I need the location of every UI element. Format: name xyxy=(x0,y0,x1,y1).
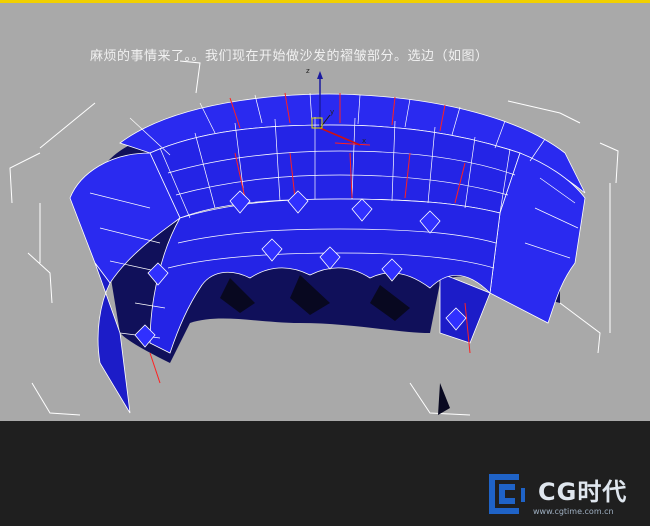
gizmo-y-label: y xyxy=(330,108,334,116)
tutorial-caption: 麻烦的事情来了。。我们现在开始做沙发的褶皱部分。选边（如图） xyxy=(90,49,489,64)
screenshot-frame: z y x 麻烦的事情来了。。我们现在开始做沙发的褶皱部分。选边（如图） CG时… xyxy=(0,0,650,526)
brand-url: www.cgtime.com.cn xyxy=(533,507,614,516)
gizmo-z-label: z xyxy=(306,67,310,75)
gizmo-z-arrow xyxy=(317,71,323,79)
brand-name: CG时代 xyxy=(538,478,628,506)
cgtime-logo-icon xyxy=(489,474,525,514)
gizmo-x-label: x xyxy=(362,137,366,145)
viewport-scene[interactable]: z y x xyxy=(0,3,650,421)
